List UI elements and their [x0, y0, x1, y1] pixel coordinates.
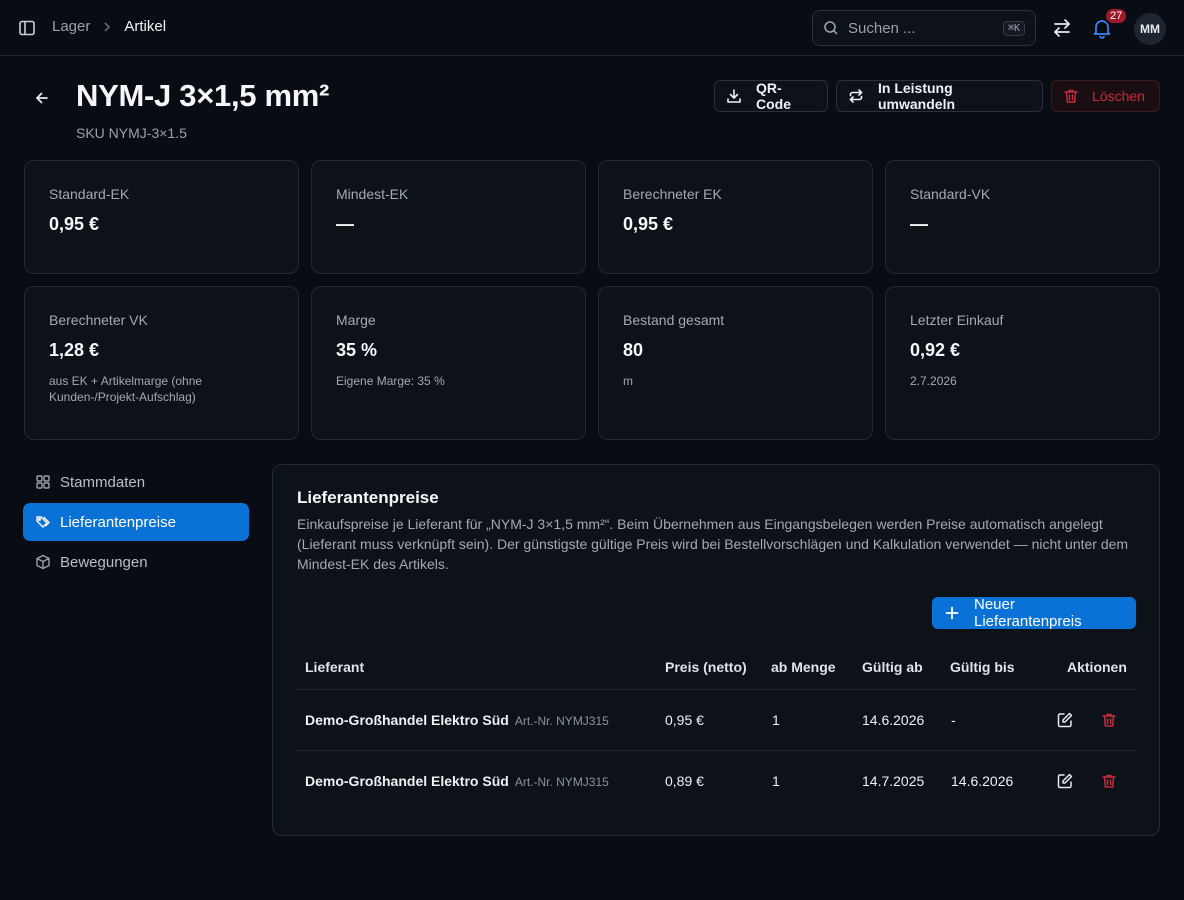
article-number: Art.-Nr. NYMJ315 — [514, 714, 609, 728]
add-supplier-price-label: Neuer Lieferantenpreis — [974, 596, 1082, 630]
nav-item-stammdaten[interactable]: Stammdaten — [23, 463, 249, 501]
supplier-name: Demo-Großhandel Elektro Süd — [305, 712, 509, 728]
qr-code-button[interactable]: QR-Code — [714, 80, 828, 112]
sidebar-toggle-icon[interactable] — [17, 18, 37, 38]
nav-item-bewegungen[interactable]: Bewegungen — [23, 543, 249, 581]
stat-card-standard-vk: Standard-VK — — [885, 160, 1160, 274]
stat-label: Letzter Einkauf — [910, 312, 1004, 328]
panel-description: Einkaufspreise je Lieferant für „NYM-J 3… — [297, 516, 1129, 572]
stat-value: 0,95 € — [623, 214, 674, 234]
nav-label: Bewegungen — [60, 553, 148, 571]
stat-subtext: aus EK + Artikelmarge (ohne Kunden-/Proj… — [49, 374, 203, 404]
stat-value: 1,28 € — [49, 340, 100, 360]
qr-code-label: QR-Code — [756, 80, 791, 112]
column-header-gueltig-bis: Gültig bis — [950, 659, 1015, 675]
avatar[interactable]: MM — [1134, 13, 1166, 45]
download-icon — [726, 88, 742, 104]
valid-to-cell: 14.6.2026 — [951, 773, 1014, 789]
stat-label: Standard-VK — [910, 186, 991, 202]
box-icon — [35, 554, 51, 570]
refresh-icon — [848, 88, 864, 104]
breadcrumb-artikel: Artikel — [124, 18, 167, 35]
panel-title: Lieferantenpreise — [297, 488, 439, 507]
trash-icon[interactable] — [1100, 772, 1118, 790]
supplier-cell: Demo-Großhandel Elektro Süd Art.-Nr. NYMJ… — [305, 712, 609, 728]
search-placeholder: Suchen ... — [848, 19, 916, 37]
nav-item-lieferantenpreise[interactable]: Lieferantenpreise — [23, 503, 249, 541]
stat-label: Berechneter EK — [623, 186, 722, 202]
edit-icon[interactable] — [1056, 772, 1074, 790]
search-shortcut: ⌘K — [1002, 20, 1025, 36]
table-header: Lieferant Preis (netto) ab Menge Gültig … — [297, 648, 1136, 690]
valid-from-cell: 14.7.2025 — [862, 773, 925, 789]
stat-value: 0,95 € — [49, 214, 100, 234]
supplier-prices-table: Lieferant Preis (netto) ab Menge Gültig … — [297, 648, 1136, 812]
supplier-name: Demo-Großhandel Elektro Süd — [305, 773, 509, 789]
article-number: Art.-Nr. NYMJ315 — [514, 775, 609, 789]
notification-badge: 27 — [1104, 7, 1129, 25]
stat-subtext: Eigene Marge: 35 % — [336, 374, 445, 388]
search-input[interactable]: Suchen ... ⌘K — [812, 10, 1036, 46]
price-cell: 0,95 € — [665, 712, 704, 728]
page-title: NYM-J 3×1,5 mm² — [76, 78, 330, 113]
breadcrumb-lager[interactable]: Lager — [52, 18, 90, 35]
stat-card-standard-ek: Standard-EK 0,95 € — [24, 160, 299, 274]
tags-icon — [35, 514, 51, 530]
stat-label: Marge — [336, 312, 376, 328]
stat-subtext: 2.7.2026 — [910, 374, 957, 388]
valid-to-cell: - — [951, 712, 956, 728]
valid-from-cell: 14.6.2026 — [862, 712, 925, 728]
search-icon — [823, 20, 839, 36]
trash-icon[interactable] — [1100, 711, 1118, 729]
table-row: Demo-Großhandel Elektro Süd Art.-Nr. NYMJ… — [297, 690, 1136, 751]
delete-label: Löschen — [1092, 88, 1145, 104]
stat-value: 35 % — [336, 340, 378, 360]
stat-label: Mindest-EK — [336, 186, 409, 202]
plus-icon — [944, 605, 960, 621]
stat-value: — — [910, 214, 928, 234]
stat-value: 0,92 € — [910, 340, 961, 360]
stat-label: Bestand gesamt — [623, 312, 725, 328]
stat-card-mindest-ek: Mindest-EK — — [311, 160, 586, 274]
stat-card-letzter-einkauf: Letzter Einkauf 0,92 € 2.7.2026 — [885, 286, 1160, 440]
column-header-gueltig-ab: Gültig ab — [862, 659, 923, 675]
convert-button[interactable]: In Leistung umwandeln — [836, 80, 1043, 112]
stat-card-berechneter-vk: Berechneter VK 1,28 € aus EK + Artikelma… — [24, 286, 299, 440]
stat-value: 80 — [623, 340, 644, 360]
stat-label: Berechneter VK — [49, 312, 148, 328]
add-supplier-price-button[interactable]: Neuer Lieferantenpreis — [932, 596, 1136, 630]
nav-label: Stammdaten — [60, 473, 146, 491]
table-row: Demo-Großhandel Elektro Süd Art.-Nr. NYMJ… — [297, 751, 1136, 812]
article-sku: SKU NYMJ-3×1.5 — [76, 125, 187, 141]
supplier-cell: Demo-Großhandel Elektro Süd Art.-Nr. NYMJ… — [305, 773, 609, 789]
nav-label: Lieferantenpreise — [60, 513, 176, 531]
back-arrow-icon[interactable] — [32, 88, 52, 108]
column-header-menge: ab Menge — [771, 659, 836, 675]
swap-arrows-icon[interactable] — [1051, 17, 1073, 39]
stat-card-berechneter-ek: Berechneter EK 0,95 € — [598, 160, 873, 274]
supplier-prices-panel: Lieferantenpreise Einkaufspreise je Lief… — [272, 464, 1160, 836]
stat-value: — — [336, 214, 354, 234]
stat-label: Standard-EK — [49, 186, 130, 202]
quantity-cell: 1 — [772, 773, 780, 789]
convert-label: In Leistung umwandeln — [878, 80, 956, 112]
column-header-aktionen: Aktionen — [1067, 659, 1127, 675]
quantity-cell: 1 — [772, 712, 780, 728]
stat-card-bestand: Bestand gesamt 80 m — [598, 286, 873, 440]
top-bar: Lager Artikel Suchen ... ⌘K 27 MM — [0, 0, 1184, 56]
chevron-right-icon — [100, 20, 114, 34]
stat-subtext: m — [623, 374, 633, 388]
column-header-preis: Preis (netto) — [665, 659, 747, 675]
breadcrumb: Lager Artikel — [52, 18, 166, 35]
delete-button[interactable]: Löschen — [1051, 80, 1160, 112]
price-cell: 0,89 € — [665, 773, 704, 789]
trash-icon — [1063, 88, 1079, 104]
stat-card-marge: Marge 35 % Eigene Marge: 35 % — [311, 286, 586, 440]
column-header-lieferant: Lieferant — [305, 659, 365, 675]
edit-icon[interactable] — [1056, 711, 1074, 729]
grid-icon — [35, 474, 51, 490]
